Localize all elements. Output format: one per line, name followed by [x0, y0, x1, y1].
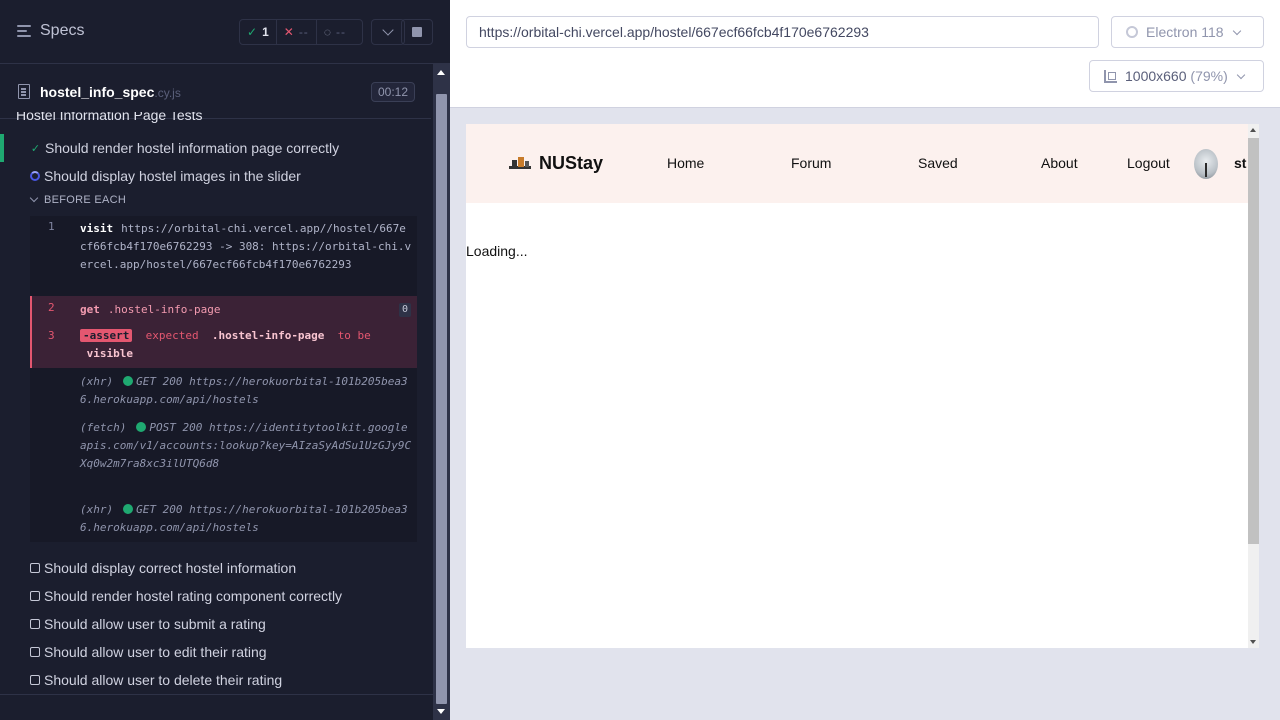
- scroll-down-icon[interactable]: [1250, 640, 1256, 644]
- spec-file-header[interactable]: hostel_info_spec.cy.js 00:12: [0, 65, 431, 119]
- request-item[interactable]: (xhr) GET 200 https://herokuorbital-101b2…: [30, 500, 417, 540]
- command-assert[interactable]: 3 -assert expected .hostel-info-page to …: [30, 324, 417, 368]
- command-log: 1 visit https://orbital-chi.vercel.app//h…: [30, 216, 417, 542]
- app-scrollbar[interactable]: [1248, 124, 1259, 648]
- test-item-pending[interactable]: Should allow user to edit their rating: [0, 638, 431, 666]
- assert-tag: -assert: [80, 329, 133, 342]
- checkbox-icon: [30, 591, 40, 601]
- reporter-scrollbar[interactable]: [433, 64, 450, 720]
- test-stats: ✓ 1 ✕ -- ◌ --: [239, 19, 363, 45]
- pending-count: ◌ --: [315, 20, 353, 44]
- nav-saved-link[interactable]: Saved: [918, 155, 958, 171]
- nav-forum-link[interactable]: Forum: [791, 155, 831, 171]
- failed-count: ✕ --: [275, 20, 316, 44]
- suite-title[interactable]: Hostel Information Page Tests: [16, 112, 416, 126]
- check-icon: ✓: [247, 25, 258, 39]
- loading-text: Loading...: [466, 243, 528, 259]
- nav-about-link[interactable]: About: [1041, 155, 1078, 171]
- reporter-header: Specs ✓ 1 ✕ -- ◌ --: [0, 0, 450, 64]
- x-icon: ✕: [283, 25, 294, 39]
- chevron-down-icon: [382, 24, 394, 36]
- scroll-up-icon[interactable]: [1250, 128, 1256, 132]
- checkbox-icon: [30, 647, 40, 657]
- checkbox-icon: [30, 619, 40, 629]
- test-item-pending[interactable]: Should allow user to submit a rating: [0, 610, 431, 638]
- passed-count: ✓ 1: [247, 25, 269, 39]
- scroll-up-icon[interactable]: [437, 70, 445, 75]
- command-visit[interactable]: 1 visit https://orbital-chi.vercel.app//h…: [30, 220, 417, 298]
- brand[interactable]: NUStay: [509, 153, 603, 174]
- stop-button[interactable]: [401, 19, 433, 45]
- browser-toolbar: https://orbital-chi.vercel.app/hostel/66…: [450, 0, 1280, 108]
- collapse-all-button[interactable]: [371, 19, 405, 45]
- status-dot-icon: [123, 504, 134, 514]
- avatar[interactable]: [1194, 149, 1218, 179]
- test-item-running[interactable]: Should display hostel images in the slid…: [0, 162, 431, 190]
- request-item[interactable]: (xhr) GET 200 https://herokuorbital-101b2…: [30, 372, 417, 412]
- electron-icon: [1126, 26, 1138, 38]
- before-each-hook[interactable]: BEFORE EACH: [29, 193, 126, 206]
- app-under-test: NUStay Home Forum Saved About Logout st …: [466, 124, 1259, 648]
- app-navbar: NUStay Home Forum Saved About Logout st: [466, 124, 1248, 203]
- spec-duration: 00:12: [370, 82, 415, 102]
- hamburger-icon: [17, 25, 31, 37]
- username[interactable]: st: [1234, 155, 1246, 171]
- test-item-pending[interactable]: Should allow user to delete their rating: [0, 666, 431, 694]
- element-count-badge: 0: [399, 303, 411, 317]
- test-item-pending[interactable]: Should display correct hostel informatio…: [0, 554, 431, 582]
- checkbox-icon: [30, 675, 40, 685]
- scroll-down-icon[interactable]: [437, 709, 445, 714]
- check-icon: ✓: [30, 142, 41, 155]
- spec-file-name: hostel_info_spec.cy.js: [40, 84, 181, 100]
- test-item-pending[interactable]: Should render hostel rating component co…: [0, 582, 431, 610]
- chevron-down-icon: [29, 193, 39, 203]
- checkbox-icon: [30, 563, 40, 573]
- document-icon: [18, 84, 30, 99]
- stop-icon: [412, 27, 422, 37]
- ruler-icon: [1104, 69, 1117, 83]
- divider: [0, 694, 433, 695]
- nav-home-link[interactable]: Home: [667, 155, 704, 171]
- spinner-icon: [30, 171, 40, 181]
- request-item[interactable]: (fetch) POST 200 https://identitytoolkit.…: [30, 418, 417, 494]
- specs-title: Specs: [40, 22, 85, 39]
- status-dot-icon: [123, 376, 134, 386]
- command-get[interactable]: 2 get .hostel-info-page 0: [30, 296, 417, 324]
- nav-logout-link[interactable]: Logout: [1127, 155, 1170, 171]
- specs-toggle[interactable]: Specs: [17, 22, 84, 40]
- chevron-down-icon: [1232, 26, 1241, 35]
- aut-panel: https://orbital-chi.vercel.app/hostel/66…: [450, 0, 1280, 720]
- test-item-passed[interactable]: ✓ Should render hostel information page …: [0, 134, 431, 162]
- spinner-icon: ◌: [323, 25, 331, 39]
- chevron-down-icon: [1236, 70, 1246, 79]
- status-dot-icon: [136, 422, 147, 432]
- scrollbar-thumb[interactable]: [1248, 138, 1259, 544]
- reporter-panel: Specs ✓ 1 ✕ -- ◌ -- hostel_info_spec.cy.…: [0, 0, 450, 720]
- viewport-info[interactable]: 1000x660 (79%): [1089, 60, 1264, 92]
- scrollbar-thumb[interactable]: [436, 94, 447, 704]
- logo-icon: [509, 156, 531, 172]
- browser-selector[interactable]: Electron 118: [1111, 16, 1264, 48]
- url-bar[interactable]: https://orbital-chi.vercel.app/hostel/66…: [466, 16, 1099, 48]
